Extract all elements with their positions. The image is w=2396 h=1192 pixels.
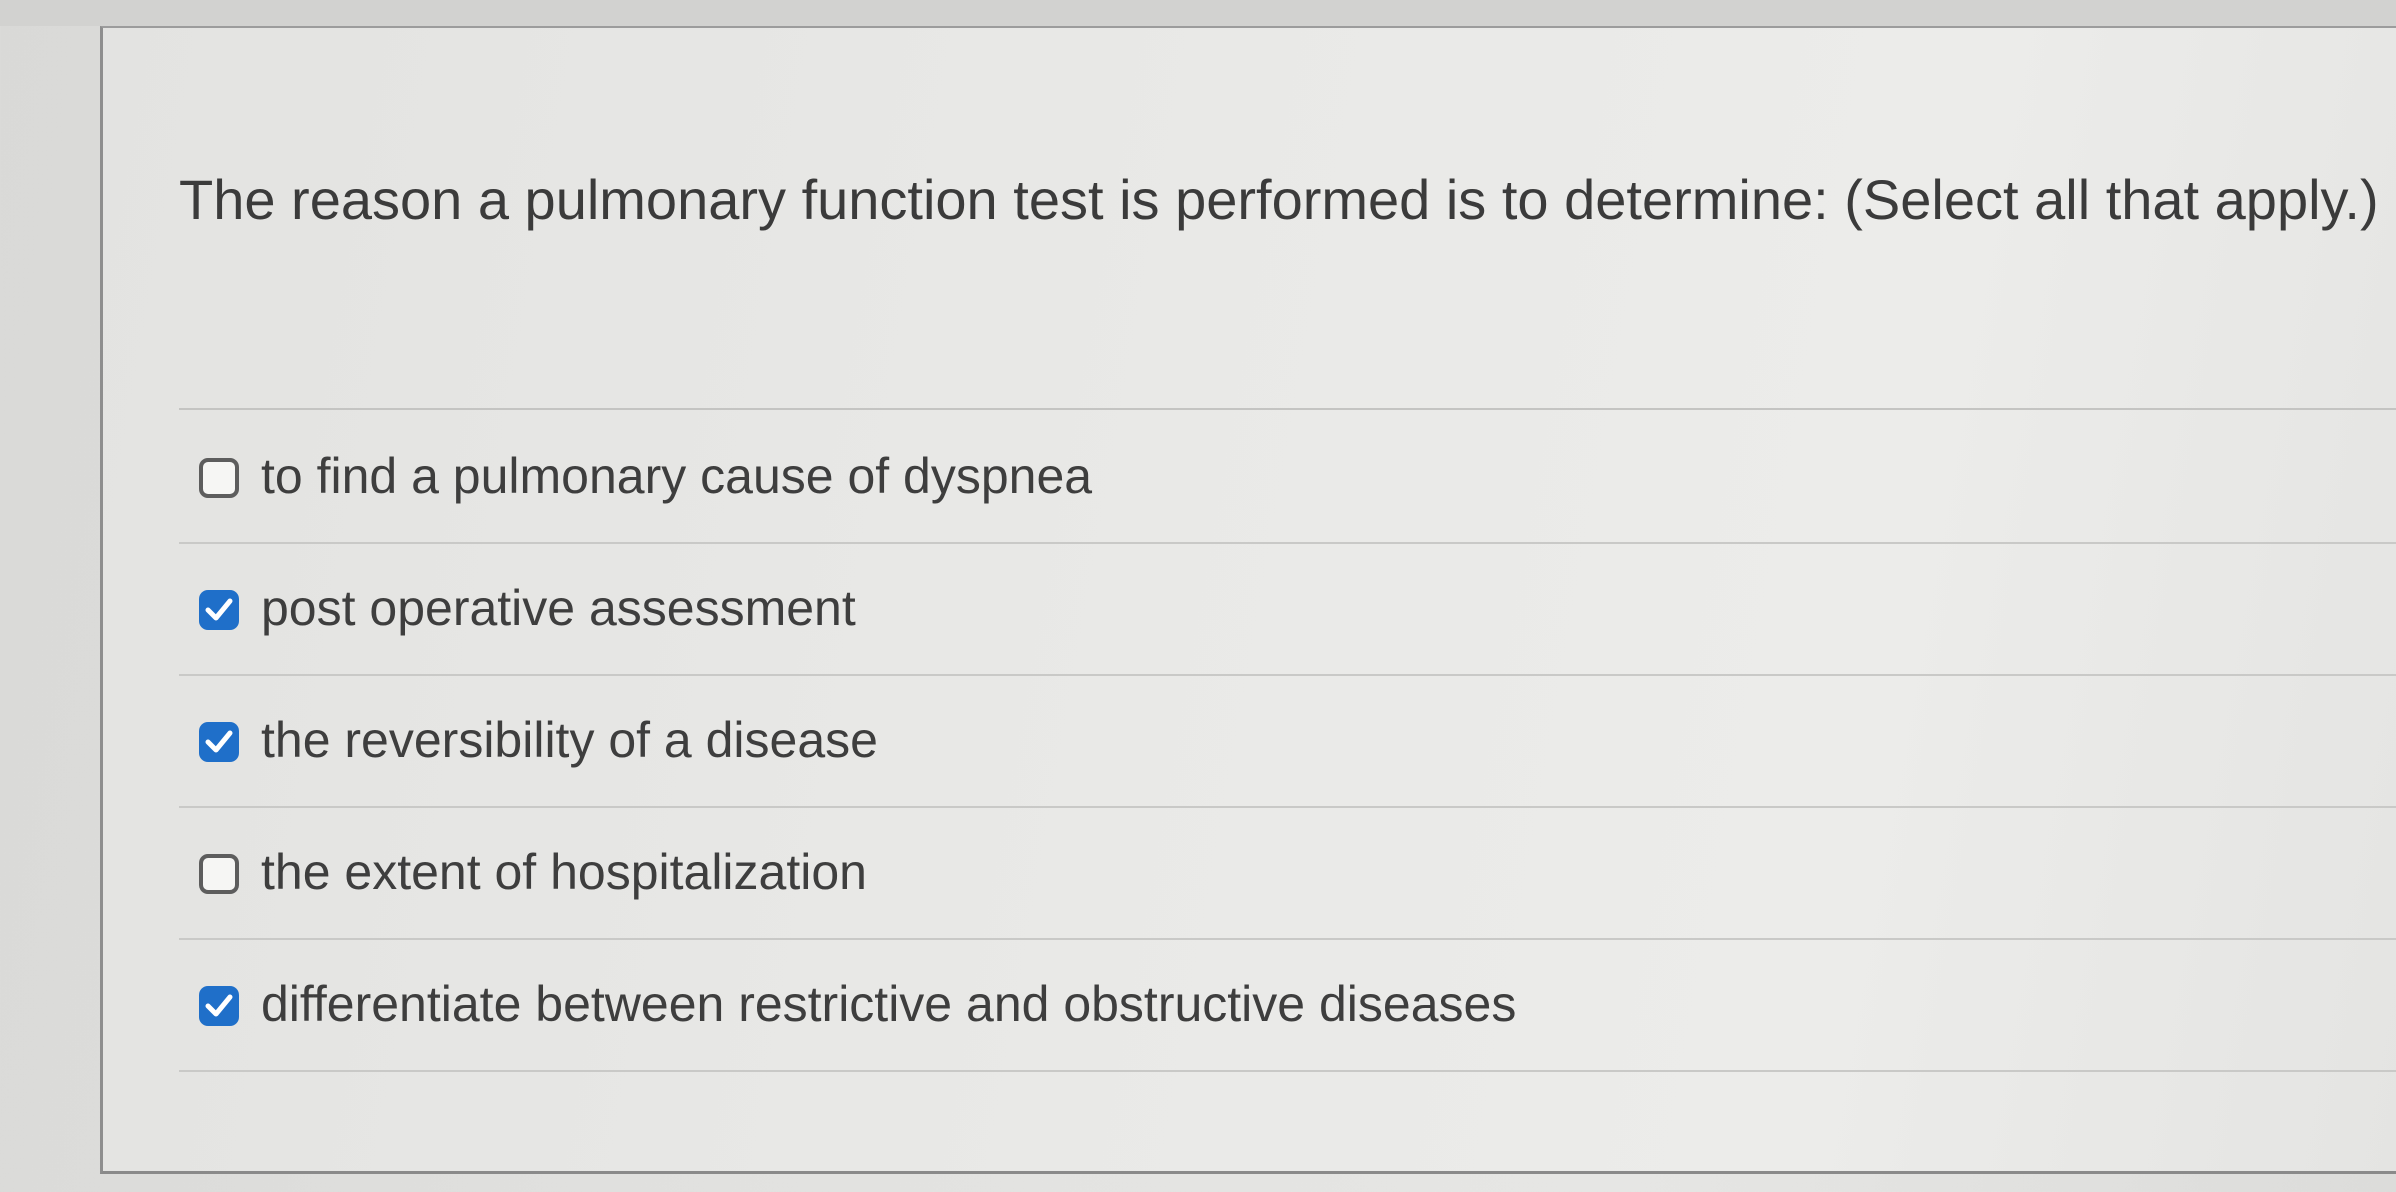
question-panel: The reason a pulmonary function test is … xyxy=(100,26,2396,1174)
answer-option[interactable]: differentiate between restrictive and ob… xyxy=(179,940,2396,1072)
divider xyxy=(179,408,2396,410)
answer-option[interactable]: post operative assessment xyxy=(179,544,2396,676)
checkmark-icon xyxy=(205,994,233,1017)
top-strip xyxy=(0,0,2396,26)
checkbox-unchecked-icon[interactable] xyxy=(199,458,239,498)
answer-option-label: the reversibility of a disease xyxy=(261,712,878,768)
checkbox-unchecked-icon[interactable] xyxy=(199,854,239,894)
answer-option-label: differentiate between restrictive and ob… xyxy=(261,976,1517,1032)
answer-option-label: to find a pulmonary cause of dyspnea xyxy=(261,448,1093,504)
answer-option-label: post operative assessment xyxy=(261,580,856,636)
answer-option[interactable]: the extent of hospitalization xyxy=(179,808,2396,940)
answer-option-label: the extent of hospitalization xyxy=(261,844,867,900)
answer-options: to find a pulmonary cause of dyspnea pos… xyxy=(179,412,2396,1072)
checkmark-icon xyxy=(205,598,233,621)
checkbox-checked-icon[interactable] xyxy=(199,590,239,630)
answer-option[interactable]: the reversibility of a disease xyxy=(179,676,2396,808)
checkbox-checked-icon[interactable] xyxy=(199,986,239,1026)
checkmark-icon xyxy=(205,730,233,753)
answer-option[interactable]: to find a pulmonary cause of dyspnea xyxy=(179,412,2396,544)
checkbox-checked-icon[interactable] xyxy=(199,722,239,762)
question-text: The reason a pulmonary function test is … xyxy=(179,168,2379,231)
